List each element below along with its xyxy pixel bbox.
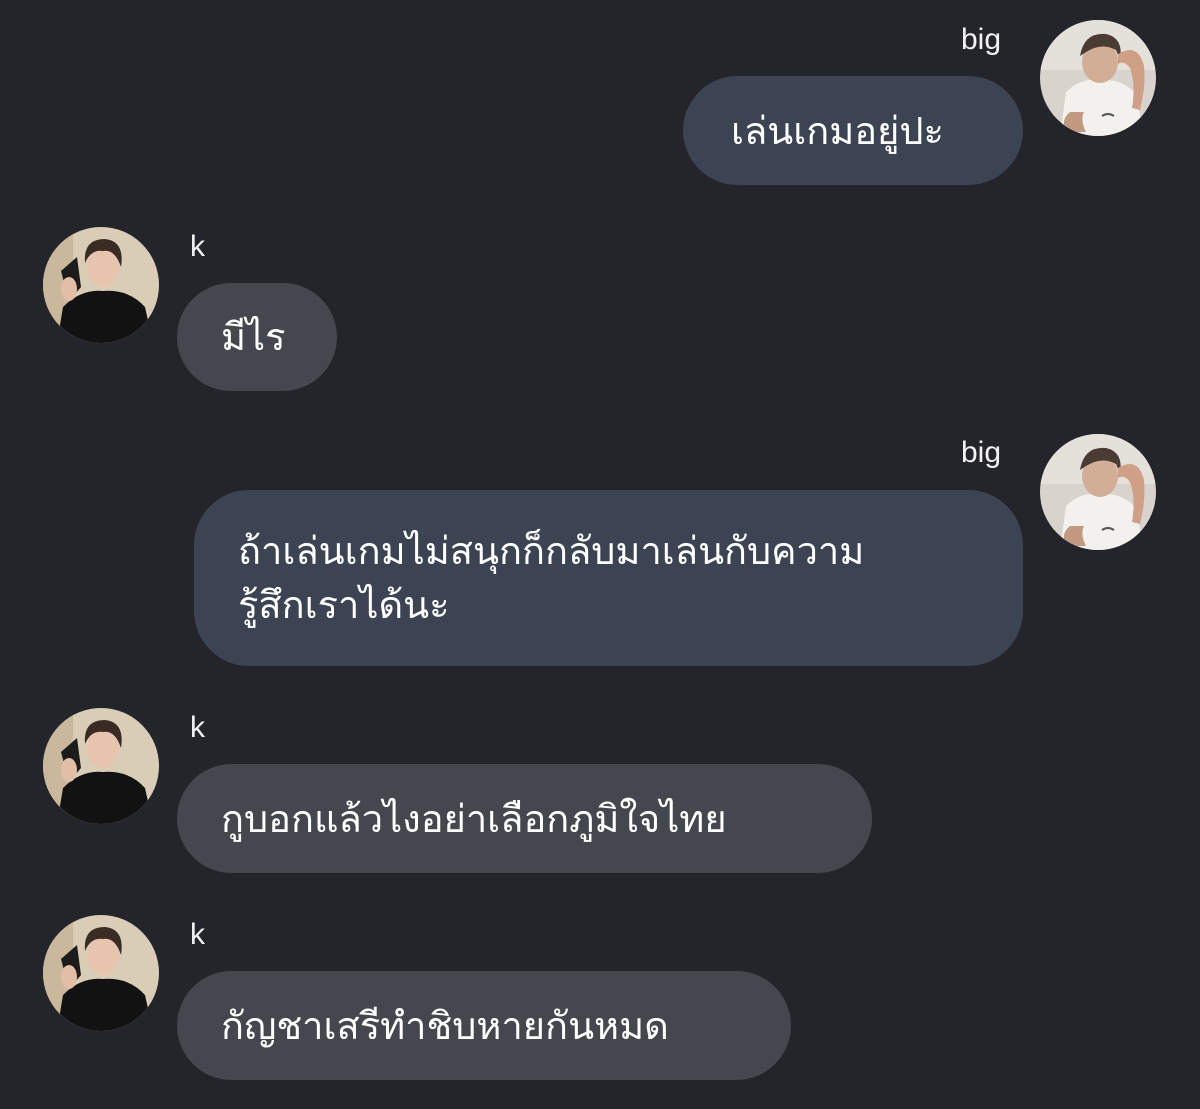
profile-photo-k-icon [43,708,159,824]
profile-photo-k-icon [43,227,159,343]
profile-photo-big-icon [1040,20,1156,136]
message-bubble[interactable]: กูบอกแล้วไงอย่าเลือกภูมิใจไทย [177,764,872,873]
sender-name: big [961,436,1002,469]
message-text: ถ้าเล่นเกมไม่สนุกก็กลับมาเล่นกับความ รู้… [238,529,865,627]
message-text: กัญชาเสรีทำชิบหายกันหมด [221,1003,669,1048]
message-bubble[interactable]: กัญชาเสรีทำชิบหายกันหมด [177,971,791,1080]
message-group-big-2: big ถ้าเล่นเกมไม่สนุกก็กลับมาเล่นกับความ… [0,420,1200,680]
avatar-big[interactable] [1040,20,1156,136]
message-text: กูบอกแล้วไงอย่าเลือกภูมิใจไทย [221,796,727,841]
message-group-k-3: k กัญชาเสรีทำชิบหายกันหมด [0,905,1200,1095]
message-group-k-1: k มีไร [0,220,1200,400]
sender-name: big [961,23,1002,56]
message-group-k-2: k กูบอกแล้วไงอย่าเลือกภูมิใจไทย [0,700,1200,890]
message-group-big-1: big เล่นเกมอยู่ปะ [0,0,1200,200]
message-text: เล่นเกมอยู่ปะ [731,108,944,153]
avatar-k[interactable] [43,708,159,824]
sender-name: k [190,918,205,951]
message-bubble[interactable]: มีไร [177,283,337,391]
profile-photo-big-icon [1040,434,1156,550]
profile-photo-k-icon [43,915,159,1031]
avatar-big[interactable] [1040,434,1156,550]
avatar-k[interactable] [43,915,159,1031]
sender-name: k [190,230,205,263]
message-bubble[interactable]: เล่นเกมอยู่ปะ [683,76,1023,185]
avatar-k[interactable] [43,227,159,343]
message-text: มีไร [221,315,286,359]
message-bubble[interactable]: ถ้าเล่นเกมไม่สนุกก็กลับมาเล่นกับความ รู้… [194,490,1023,666]
sender-name: k [190,711,205,744]
